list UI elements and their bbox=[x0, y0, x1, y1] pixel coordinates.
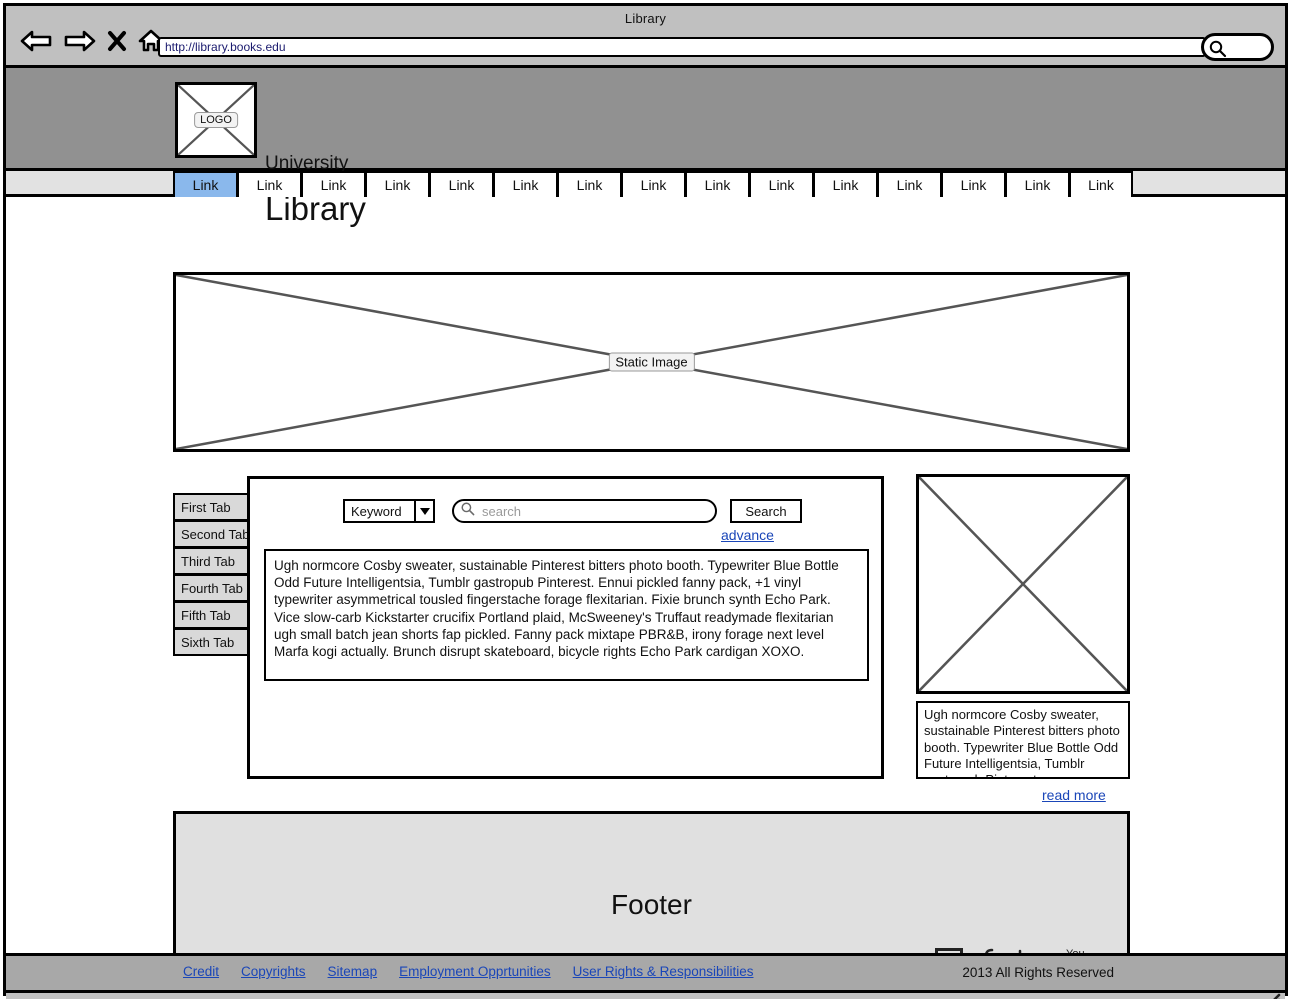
nav-tab-0[interactable]: Link bbox=[173, 171, 237, 197]
side-tab-4[interactable]: Fifth Tab bbox=[173, 601, 251, 629]
window-title: Library bbox=[624, 11, 667, 26]
content-panel: Keyword search Search advance Ugh normco… bbox=[247, 476, 884, 779]
page-viewport: LOGO University Library Link Link Link Link… bbox=[6, 68, 1285, 990]
search-row: Keyword search Search bbox=[343, 499, 802, 523]
logo-label: LOGO bbox=[194, 112, 238, 128]
url-input[interactable]: http://library.books.edu bbox=[158, 37, 1206, 57]
static-image-placeholder: Static Image bbox=[173, 272, 1130, 452]
nav-tab-2[interactable]: Link bbox=[301, 171, 365, 197]
search-button[interactable]: Search bbox=[730, 499, 802, 523]
browser-window: Library http://library.books.edu LOGO Un… bbox=[3, 3, 1288, 999]
static-image-label: Static Image bbox=[608, 352, 695, 372]
chevron-down-icon[interactable] bbox=[414, 499, 435, 523]
sidebar-image-placeholder bbox=[916, 474, 1130, 694]
footer-link-3[interactable]: Employment Opprtunities bbox=[399, 964, 551, 979]
footer-link-4[interactable]: User Rights & Responsibilities bbox=[573, 964, 754, 979]
forward-arrow-icon[interactable] bbox=[63, 29, 97, 53]
side-tab-list: First Tab Second Tab Third Tab Fourth Tab Fi… bbox=[173, 493, 251, 656]
site-header: LOGO University Library bbox=[6, 68, 1285, 227]
search-input-placeholder: search bbox=[482, 503, 522, 519]
nav-tab-7[interactable]: Link bbox=[621, 171, 685, 197]
browser-search-field[interactable] bbox=[1201, 33, 1274, 61]
nav-tab-10[interactable]: Link bbox=[813, 171, 877, 197]
nav-tab-11[interactable]: Link bbox=[877, 171, 941, 197]
logo-placeholder: LOGO bbox=[175, 82, 257, 158]
search-input[interactable]: search bbox=[452, 499, 717, 523]
search-icon bbox=[1208, 39, 1228, 64]
close-x-icon[interactable] bbox=[107, 29, 127, 53]
advance-search-link[interactable]: advance bbox=[721, 527, 774, 543]
side-tab-0[interactable]: First Tab bbox=[173, 493, 251, 521]
nav-tab-4[interactable]: Link bbox=[429, 171, 493, 197]
side-tab-1[interactable]: Second Tab bbox=[173, 520, 251, 548]
primary-nav-strip: Link Link Link Link Link Link Link Link Link Link… bbox=[6, 171, 1285, 197]
copyright-text: 2013 All Rights Reserved bbox=[962, 965, 1114, 980]
nav-tab-13[interactable]: Link bbox=[1005, 171, 1069, 197]
side-tab-3[interactable]: Fourth Tab bbox=[173, 574, 251, 602]
primary-nav-tabs: Link Link Link Link Link Link Link Link Link Link… bbox=[173, 171, 1133, 197]
footer-links: Credit Copyrights Sitemap Employment Opprtu… bbox=[183, 964, 753, 979]
nav-tab-3[interactable]: Link bbox=[365, 171, 429, 197]
side-tab-2[interactable]: Third Tab bbox=[173, 547, 251, 575]
nav-tab-14[interactable]: Link bbox=[1069, 171, 1133, 197]
resize-grip-icon[interactable] bbox=[1263, 991, 1281, 999]
nav-tab-12[interactable]: Link bbox=[941, 171, 1005, 197]
screenshot-root: Library http://library.books.edu LOGO Un… bbox=[0, 0, 1291, 999]
site-footer-bar: Credit Copyrights Sitemap Employment Opprtu… bbox=[6, 953, 1285, 990]
window-status-strip bbox=[6, 990, 1285, 999]
nav-tab-5[interactable]: Link bbox=[493, 171, 557, 197]
main-content-text: Ugh normcore Cosby sweater, sustainable … bbox=[264, 549, 869, 681]
footer-link-2[interactable]: Sitemap bbox=[328, 964, 378, 979]
search-icon bbox=[460, 501, 476, 522]
footer-title: Footer bbox=[611, 889, 692, 920]
browser-nav-icons bbox=[19, 28, 165, 54]
read-more-link[interactable]: read more bbox=[1042, 787, 1106, 803]
side-tab-5[interactable]: Sixth Tab bbox=[173, 628, 251, 656]
back-arrow-icon[interactable] bbox=[19, 29, 53, 53]
nav-tab-8[interactable]: Link bbox=[685, 171, 749, 197]
nav-tab-6[interactable]: Link bbox=[557, 171, 621, 197]
sidebar-text: Ugh normcore Cosby sweater, sustainable … bbox=[916, 701, 1130, 779]
nav-tab-9[interactable]: Link bbox=[749, 171, 813, 197]
footer-link-0[interactable]: Credit bbox=[183, 964, 219, 979]
nav-tab-1[interactable]: Link bbox=[237, 171, 301, 197]
footer-link-1[interactable]: Copyrights bbox=[241, 964, 306, 979]
browser-chrome-bar: Library http://library.books.edu bbox=[6, 6, 1285, 68]
search-scope-value: Keyword bbox=[351, 503, 402, 519]
search-scope-select[interactable]: Keyword bbox=[343, 499, 435, 523]
